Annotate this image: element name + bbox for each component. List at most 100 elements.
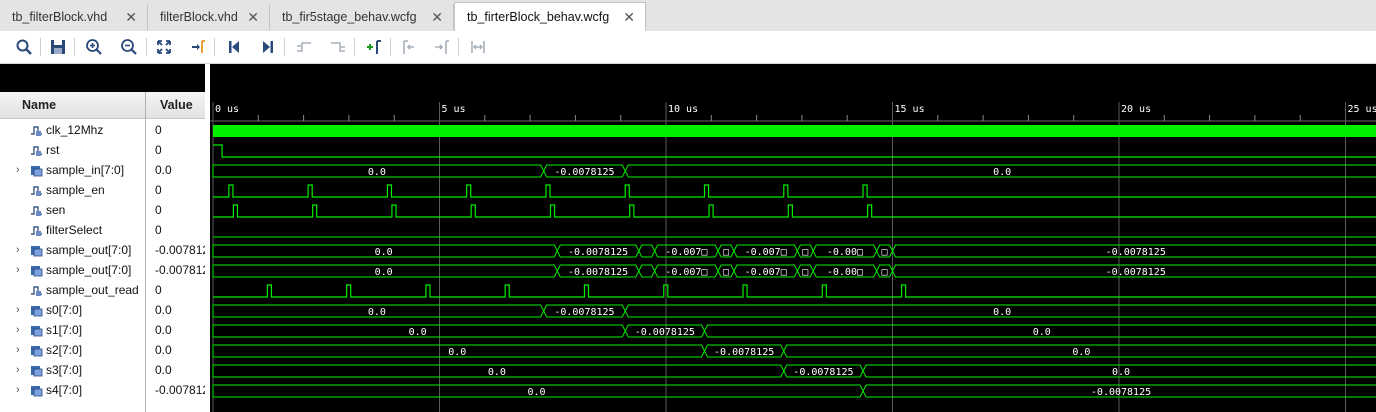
time-tick-label: 5 us (442, 104, 466, 115)
bit-signal-icon (30, 184, 43, 197)
add-marker-icon[interactable] (362, 35, 386, 59)
signal-value: 0.0 (155, 323, 172, 337)
zoom-out-icon[interactable] (117, 35, 141, 59)
signal-row[interactable]: sample_out_read (0, 281, 145, 301)
time-tick-label: 0 us (215, 104, 239, 115)
bus-value-label: -0.0078125 (554, 167, 614, 178)
tab-filterblock-vhd[interactable]: filterBlock.vhd ✕ (148, 4, 270, 30)
signal-row[interactable]: › sample_in[7:0] (0, 161, 145, 181)
signal-name: sample_in[7:0] (46, 163, 125, 177)
expand-chevron-icon[interactable]: › (16, 304, 20, 316)
tab-tb-fir5stage-behav-wcfg[interactable]: tb_fir5stage_behav.wcfg ✕ (270, 4, 454, 30)
bit-signal-icon (30, 124, 43, 137)
signal-row[interactable]: rst (0, 141, 145, 161)
signal-name: s4[7:0] (46, 383, 83, 397)
bus-value-label: -0.007□ (665, 247, 707, 258)
waveform-svg[interactable]: 0 us 5 us 10 us 15 us 20 us 25 us 0.0 -0.007812… (210, 64, 1376, 412)
next-marker-icon[interactable] (430, 35, 454, 59)
signal-value-cell: 0.0 (146, 301, 205, 321)
signal-row[interactable]: › s0[7:0] (0, 301, 145, 321)
tab-tb-filterblock-vhd[interactable]: tb_filterBlock.vhd ✕ (0, 4, 148, 30)
search-icon[interactable] (12, 35, 36, 59)
expand-chevron-icon[interactable]: › (16, 244, 20, 256)
signal-row[interactable]: › s1[7:0] (0, 321, 145, 341)
expand-chevron-icon[interactable]: › (16, 384, 20, 396)
expand-chevron-icon[interactable]: › (16, 364, 20, 376)
waveform-canvas[interactable]: 0 us 5 us 10 us 15 us 20 us 25 us 0.0 -0.007812… (210, 64, 1376, 412)
waveform-toolbar (0, 31, 1376, 64)
bus-value-label: -0.007□ (745, 247, 787, 258)
bus-value-label: -0.0078125 (554, 307, 614, 318)
bus-signal-icon (30, 384, 43, 397)
signal-row[interactable]: › sample_out[7:0] (0, 241, 145, 261)
bus-value-label: -0.0078125 (635, 327, 695, 338)
value-column-header[interactable]: Value (146, 92, 205, 119)
close-icon[interactable]: ✕ (125, 9, 137, 26)
expand-chevron-icon[interactable]: › (16, 264, 20, 276)
signal-value-cell: -0.007812 (146, 261, 205, 281)
signal-name: sample_en (46, 183, 105, 197)
signal-name: filterSelect (46, 223, 103, 237)
bus-signal-icon (30, 324, 43, 337)
zoom-fit-icon[interactable] (152, 35, 176, 59)
signal-value-cell: 0.0 (146, 321, 205, 341)
go-to-end-icon[interactable] (256, 35, 280, 59)
signal-row[interactable]: › sample_out[7:0] (0, 261, 145, 281)
signal-row[interactable]: › s2[7:0] (0, 341, 145, 361)
previous-marker-icon[interactable] (396, 35, 420, 59)
time-tick-label: 15 us (895, 104, 925, 115)
close-icon[interactable]: ✕ (431, 9, 443, 26)
expand-chevron-icon[interactable]: › (16, 344, 20, 356)
bus-value-label: 0.0 (993, 167, 1011, 178)
signal-values-panel: Value 0 0 0.0 0 0 0 -0.007812 -0.007812 0 0.0 0.0 0… (146, 92, 205, 412)
name-column-header[interactable]: Name (0, 92, 145, 119)
time-tick-label: 10 us (668, 104, 698, 115)
close-icon[interactable]: ✕ (247, 9, 259, 26)
bus-signal-icon (30, 364, 43, 377)
signal-row[interactable]: › s3[7:0] (0, 361, 145, 381)
signal-row[interactable]: filterSelect (0, 221, 145, 241)
bus-value-label: 0.0 (368, 307, 386, 318)
previous-transition-icon[interactable] (292, 35, 316, 59)
bus-value-label: □ (723, 267, 729, 278)
signal-row[interactable]: sen (0, 201, 145, 221)
bus-value-label: □ (802, 267, 808, 278)
zoom-in-icon[interactable] (82, 35, 106, 59)
bus-signal-icon (30, 344, 43, 357)
signal-value-cell: 0 (146, 121, 205, 141)
signal-value: 0.0 (155, 343, 172, 357)
clock-wave (213, 125, 1376, 137)
signal-row[interactable]: › s4[7:0] (0, 381, 145, 401)
close-icon[interactable]: ✕ (623, 9, 635, 26)
bus-value-label: 0.0 (409, 327, 427, 338)
go-to-start-icon[interactable] (222, 35, 246, 59)
save-icon[interactable] (46, 35, 70, 59)
expand-chevron-icon[interactable]: › (16, 324, 20, 336)
tab-tb-firterblock-behav-wcfg[interactable]: tb_firterBlock_behav.wcfg ✕ (454, 2, 646, 31)
signal-value: 0.0 (155, 163, 172, 177)
bus-value-label: 0.0 (1112, 367, 1130, 378)
bus-value-label: -0.00□ (827, 267, 863, 278)
bus-value-label: 0.0 (375, 247, 393, 258)
bus-value-label: -0.00□ (827, 247, 863, 258)
go-to-cursor-icon[interactable] (186, 35, 210, 59)
bus-signal-icon (30, 244, 43, 257)
signal-value: -0.007812 (155, 243, 205, 257)
bus-signal-icon (30, 164, 43, 177)
editor-tab-bar: tb_filterBlock.vhd ✕ filterBlock.vhd ✕ t… (0, 0, 1376, 32)
bus-value-label: 0.0 (527, 387, 545, 398)
signal-name: sample_out[7:0] (46, 263, 132, 277)
signal-row[interactable]: clk_12Mhz (0, 121, 145, 141)
bit-signal-icon (30, 224, 43, 237)
signal-name: s2[7:0] (46, 343, 83, 357)
signal-value: -0.007812 (155, 263, 205, 277)
signal-name: s3[7:0] (46, 363, 83, 377)
swap-cursors-icon[interactable] (466, 35, 490, 59)
time-tick-label: 25 us (1348, 104, 1376, 115)
signal-value: 0.0 (155, 363, 172, 377)
expand-chevron-icon[interactable]: › (16, 164, 20, 176)
signal-value-cell: -0.007812 (146, 241, 205, 261)
tab-label: tb_fir5stage_behav.wcfg (282, 10, 417, 24)
signal-row[interactable]: sample_en (0, 181, 145, 201)
next-transition-icon[interactable] (326, 35, 350, 59)
